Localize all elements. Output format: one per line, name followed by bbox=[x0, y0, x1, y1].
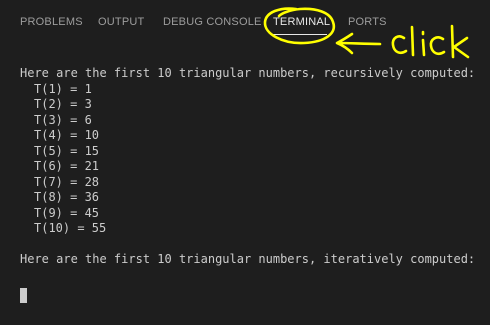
terminal-line-result: T(2) = 3 bbox=[34, 97, 92, 111]
tab-output[interactable]: OUTPUT bbox=[98, 16, 144, 28]
tab-problems[interactable]: PROBLEMS bbox=[20, 16, 83, 28]
terminal-line-result: T(7) = 28 bbox=[34, 174, 100, 189]
terminal-panel: PROBLEMS OUTPUT DEBUG CONSOLE TERMINAL P… bbox=[0, 0, 490, 325]
terminal-line-result: T(3) = 6 bbox=[34, 112, 92, 127]
terminal-output[interactable]: Here are the first 10 triangular numbers… bbox=[20, 66, 485, 268]
terminal-line-result: T(10) = 55 bbox=[34, 221, 107, 235]
terminal-line-result: T(6) = 21 bbox=[34, 159, 100, 173]
tab-ports[interactable]: PORTS bbox=[348, 16, 387, 28]
tab-debug-console[interactable]: DEBUG CONSOLE bbox=[163, 16, 262, 28]
terminal-line-result: T(5) = 15 bbox=[34, 143, 100, 158]
active-tab-indicator bbox=[272, 34, 327, 35]
panel-tab-bar: PROBLEMS OUTPUT DEBUG CONSOLE TERMINAL P… bbox=[0, 0, 490, 48]
terminal-line-result: T(1) = 1 bbox=[34, 81, 92, 96]
terminal-line-result: T(4) = 10 bbox=[34, 128, 100, 142]
terminal-line-result: T(8) = 36 bbox=[34, 190, 100, 204]
terminal-line-header-iterative: Here are the first 10 triangular numbers… bbox=[20, 252, 476, 266]
terminal-line-header-recursive: Here are the first 10 triangular numbers… bbox=[20, 66, 476, 80]
tab-terminal[interactable]: TERMINAL bbox=[273, 16, 330, 28]
terminal-line-result: T(9) = 45 bbox=[34, 205, 100, 220]
terminal-cursor bbox=[20, 288, 27, 303]
